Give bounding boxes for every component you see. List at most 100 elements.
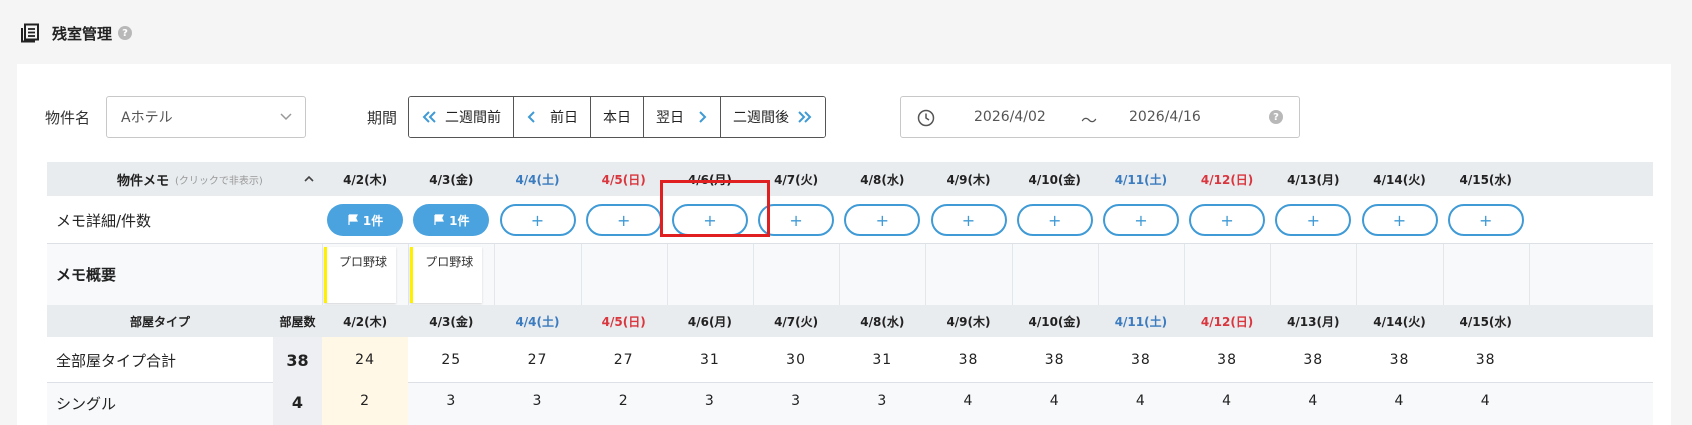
remaining-rooms-cell[interactable]: 31: [667, 337, 753, 383]
today-button[interactable]: 本日: [591, 97, 644, 137]
date-from[interactable]: 2026/4/02: [974, 109, 1046, 125]
previous-day-button[interactable]: 前日: [514, 97, 591, 137]
memo-header-label: 物件メモ: [117, 173, 170, 189]
remaining-rooms-cell[interactable]: 3: [753, 383, 839, 425]
remaining-rooms-cell[interactable]: 38: [1184, 337, 1270, 383]
remaining-rooms-cell[interactable]: 4: [925, 383, 1011, 425]
add-memo-button[interactable]: +: [1016, 204, 1093, 236]
plus-icon: +: [789, 210, 803, 230]
chevron-right-icon: [699, 111, 707, 123]
double-chevron-left-icon: [422, 111, 436, 123]
remaining-rooms-cell[interactable]: 2: [581, 383, 667, 425]
add-memo-button[interactable]: +: [671, 204, 748, 236]
date-header-memo: 4/4(土): [494, 162, 581, 196]
remaining-rooms-cell[interactable]: 25: [408, 337, 494, 383]
next-day-button[interactable]: 翌日: [644, 97, 721, 137]
remaining-rooms-cell[interactable]: 31: [839, 337, 925, 383]
date-header-rooms: 4/7(火): [753, 305, 840, 337]
remaining-rooms-cell[interactable]: 38: [1270, 337, 1356, 383]
plus-icon: +: [1392, 210, 1407, 230]
page-header: 残室管理 ?: [20, 22, 133, 44]
plus-icon: +: [703, 210, 717, 230]
plus-icon: +: [1306, 210, 1320, 230]
main-card: 物件名 Aホテル 期間 二週間前 前日 本日 翌日 二週間後 2026/4/02…: [17, 64, 1671, 425]
date-header-rooms: 4/8(水): [839, 305, 926, 337]
today-label: 本日: [603, 110, 631, 126]
two-weeks-after-button[interactable]: 二週間後: [721, 97, 825, 137]
property-select[interactable]: Aホテル: [106, 96, 306, 138]
remaining-rooms-cell[interactable]: 3: [667, 383, 753, 425]
remaining-rooms-cell[interactable]: 38: [1443, 337, 1529, 383]
memo-header-cell[interactable]: 物件メモ (クリックで非表示): [47, 162, 322, 196]
date-header-memo: 4/3(金): [408, 162, 495, 196]
date-header-memo: 4/11(土): [1097, 162, 1184, 196]
date-header-memo: 4/5(日): [580, 162, 667, 196]
add-memo-button[interactable]: +: [844, 204, 921, 236]
remaining-rooms-cell[interactable]: 38: [1012, 337, 1098, 383]
add-memo-button[interactable]: +: [1361, 204, 1438, 236]
chevron-left-icon: [527, 111, 535, 123]
add-memo-button[interactable]: +: [1275, 204, 1352, 236]
memo-summary-note[interactable]: プロ野球: [324, 247, 396, 303]
column-divider: [1528, 244, 1530, 305]
remaining-rooms-cell[interactable]: 24: [322, 337, 409, 383]
plus-icon: +: [1220, 210, 1234, 230]
add-memo-button[interactable]: +: [930, 204, 1007, 236]
add-memo-button[interactable]: +: [758, 204, 835, 236]
date-separator: 〜: [1081, 111, 1098, 130]
date-header-rooms: 4/2(木): [322, 305, 409, 337]
add-memo-button[interactable]: +: [499, 204, 576, 236]
add-memo-button[interactable]: +: [1447, 204, 1524, 236]
memo-summary-note[interactable]: プロ野球: [410, 247, 483, 303]
chevron-up-icon[interactable]: [303, 173, 315, 185]
remaining-rooms-cell[interactable]: 30: [753, 337, 839, 383]
add-memo-button[interactable]: +: [1189, 204, 1266, 236]
remaining-rooms-cell[interactable]: 38: [1098, 337, 1184, 383]
remaining-rooms-cell[interactable]: 4: [1443, 383, 1529, 425]
column-divider: [753, 244, 754, 305]
plus-icon: +: [1134, 210, 1148, 230]
column-divider: [1270, 244, 1272, 305]
date-to[interactable]: 2026/4/16: [1129, 109, 1201, 125]
remaining-rooms-cell[interactable]: 27: [581, 337, 667, 383]
two-weeks-before-button[interactable]: 二週間前: [409, 97, 514, 137]
column-divider: [408, 244, 410, 305]
previous-day-label: 前日: [550, 110, 578, 126]
date-range-picker[interactable]: 2026/4/02 〜 2026/4/16 ?: [900, 96, 1300, 138]
add-memo-button[interactable]: +: [1102, 204, 1179, 236]
date-header-memo: 4/7(火): [753, 162, 840, 196]
column-divider: [839, 244, 841, 305]
remaining-rooms-cell[interactable]: 2: [322, 383, 409, 425]
remaining-rooms-cell[interactable]: 3: [494, 383, 580, 425]
column-divider: [322, 244, 323, 305]
memo-count-button[interactable]: 1件: [413, 204, 490, 236]
column-divider: [1356, 244, 1358, 305]
plus-icon: +: [875, 210, 889, 230]
remaining-rooms-cell[interactable]: 4: [1098, 383, 1184, 425]
date-header-rooms: 4/13(月): [1270, 305, 1357, 337]
add-memo-button[interactable]: +: [585, 204, 662, 236]
remaining-rooms-cell[interactable]: 3: [408, 383, 494, 425]
date-header-memo: 4/10(金): [1011, 162, 1098, 196]
remaining-rooms-cell[interactable]: 4: [1270, 383, 1356, 425]
help-icon[interactable]: ?: [118, 26, 133, 40]
remaining-rooms-cell[interactable]: 27: [494, 337, 580, 383]
date-header-rooms: 4/5(日): [580, 305, 667, 337]
date-help-icon[interactable]: ?: [1269, 110, 1283, 124]
date-header-rooms: 4/11(土): [1097, 305, 1184, 337]
remaining-rooms-cell[interactable]: 38: [1356, 337, 1442, 383]
remaining-rooms-cell[interactable]: 4: [1356, 383, 1442, 425]
column-divider: [1011, 244, 1013, 305]
date-header-rooms: 4/3(金): [408, 305, 495, 337]
remaining-rooms-cell[interactable]: 4: [1184, 383, 1270, 425]
date-header-memo: 4/12(日): [1184, 162, 1271, 196]
memo-count-button[interactable]: 1件: [327, 204, 404, 236]
date-header-rooms: 4/4(土): [494, 305, 581, 337]
remaining-rooms-cell[interactable]: 3: [839, 383, 925, 425]
plus-icon: +: [1047, 210, 1062, 230]
remaining-rooms-cell[interactable]: 4: [1012, 383, 1098, 425]
clock-icon: [917, 109, 935, 127]
column-divider: [1184, 244, 1185, 305]
property-label: 物件名: [45, 109, 91, 127]
remaining-rooms-cell[interactable]: 38: [925, 337, 1011, 383]
